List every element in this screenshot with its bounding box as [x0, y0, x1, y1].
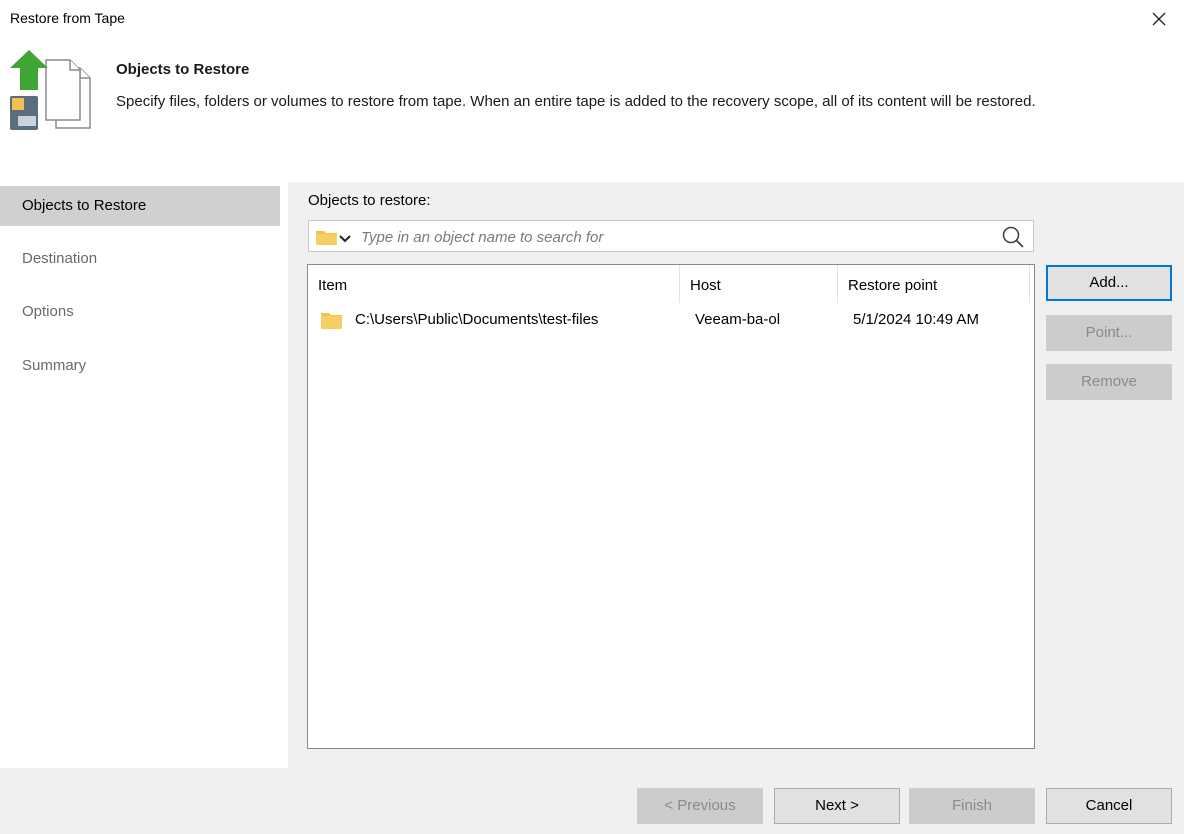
nav-item-summary[interactable]: Summary: [0, 346, 280, 386]
row-item-path: C:\Users\Public\Documents\test-files: [355, 311, 599, 328]
wizard-footer: < Previous Next > Finish Cancel: [0, 768, 1184, 834]
table-row[interactable]: C:\Users\Public\Documents\test-files Vee…: [308, 303, 1034, 337]
chevron-down-icon[interactable]: [339, 231, 351, 249]
page-description: Specify files, folders or volumes to res…: [116, 93, 1036, 110]
objects-table: Item Host Restore point C:\Users\Public\…: [307, 264, 1035, 749]
nav-item-objects-to-restore[interactable]: Objects to Restore: [0, 186, 280, 226]
search-box: [308, 220, 1034, 252]
window-title: Restore from Tape: [10, 10, 125, 26]
main-panel: Objects to restore: Item Host Restore po…: [288, 182, 1184, 768]
folder-icon: [320, 312, 344, 335]
search-input[interactable]: [359, 224, 993, 250]
page-title: Objects to Restore: [116, 61, 250, 78]
nav-item-destination[interactable]: Destination: [0, 239, 280, 279]
search-icon[interactable]: [1001, 225, 1025, 254]
row-host: Veeam-ba-ol: [695, 311, 781, 328]
title-bar: Restore from Tape: [0, 0, 1184, 40]
table-header: Item Host Restore point: [308, 265, 1034, 303]
finish-button[interactable]: Finish: [909, 788, 1035, 824]
cancel-button[interactable]: Cancel: [1046, 788, 1172, 824]
objects-to-restore-label: Objects to restore:: [308, 192, 431, 209]
remove-button[interactable]: Remove: [1046, 364, 1172, 400]
add-button[interactable]: Add...: [1046, 265, 1172, 301]
column-header-host[interactable]: Host: [680, 265, 838, 303]
point-button[interactable]: Point...: [1046, 315, 1172, 351]
column-header-restore-point[interactable]: Restore point: [838, 265, 1030, 303]
column-header-item[interactable]: Item: [308, 265, 680, 303]
next-button[interactable]: Next >: [774, 788, 900, 824]
close-icon[interactable]: [1144, 4, 1174, 34]
wizard-steps-nav: Objects to Restore Destination Options S…: [0, 182, 288, 768]
wizard-header: Objects to Restore Specify files, folder…: [0, 40, 1184, 160]
previous-button[interactable]: < Previous: [637, 788, 763, 824]
restore-from-tape-icon: [8, 46, 98, 136]
folder-icon[interactable]: [315, 228, 339, 251]
nav-item-options[interactable]: Options: [0, 292, 280, 332]
row-restore-point: 5/1/2024 10:49 AM: [853, 311, 979, 328]
